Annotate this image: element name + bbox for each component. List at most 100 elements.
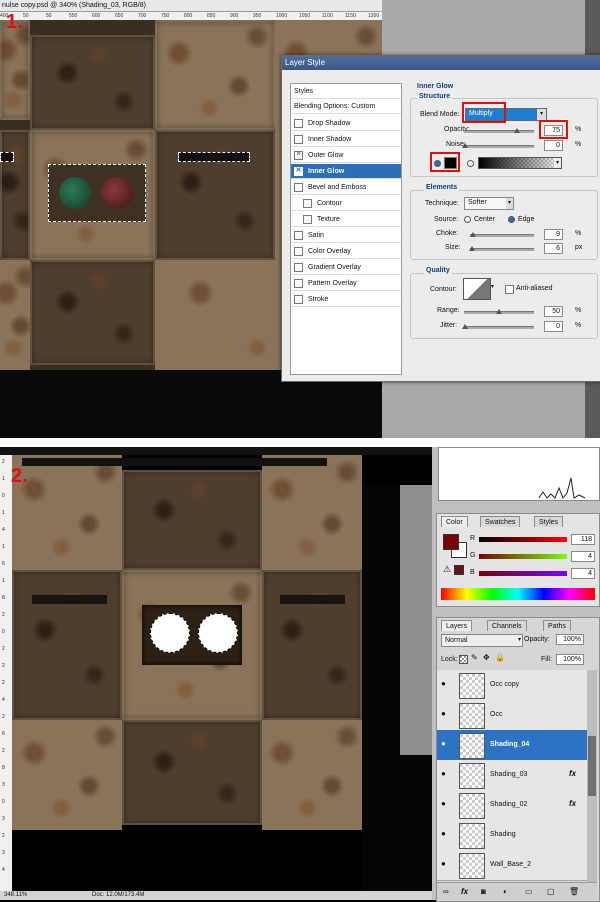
contour-chevron-icon[interactable]: ▾: [491, 283, 494, 290]
effect-checkbox[interactable]: [294, 118, 303, 128]
jitter-field[interactable]: 0: [544, 321, 563, 332]
layer-row[interactable]: ● Shading_04: [437, 730, 587, 761]
link-icon[interactable]: ∞: [443, 883, 449, 900]
layer-blend-select[interactable]: Normal ▾: [441, 634, 523, 647]
opacity-slider[interactable]: [464, 130, 534, 133]
lock-brush-icon[interactable]: ✎: [471, 653, 478, 662]
source-edge-radio[interactable]: [508, 216, 515, 223]
tab-swatches[interactable]: Swatches: [480, 516, 521, 527]
foreground-swatch[interactable]: [443, 534, 459, 550]
fx-icon[interactable]: fx: [569, 769, 576, 778]
tab-paths[interactable]: Paths: [543, 620, 571, 631]
jitter-slider-thumb[interactable]: [462, 324, 468, 329]
size-slider[interactable]: [470, 248, 534, 251]
artwork-canvas-2[interactable]: [12, 455, 432, 892]
effect-checkbox[interactable]: ✕: [294, 166, 303, 176]
effect-item-outer-glow[interactable]: ✕ Outer Glow: [291, 148, 401, 163]
effect-checkbox[interactable]: [303, 198, 312, 208]
trash-icon[interactable]: 🗑: [569, 883, 579, 900]
mask-icon[interactable]: ◙: [481, 883, 486, 900]
styles-header[interactable]: Styles: [291, 84, 401, 99]
effect-checkbox[interactable]: [294, 182, 303, 192]
size-slider-thumb[interactable]: [469, 246, 475, 251]
effect-checkbox[interactable]: [294, 262, 303, 272]
jitter-slider[interactable]: [464, 326, 534, 329]
g-slider[interactable]: [479, 554, 567, 559]
white-light-left[interactable]: [150, 613, 190, 653]
tab-color[interactable]: Color: [441, 516, 468, 527]
layer-opacity-field[interactable]: 100%: [556, 634, 584, 645]
eye-icon[interactable]: ●: [441, 800, 449, 808]
choke-slider[interactable]: [470, 234, 534, 237]
r-slider[interactable]: [479, 537, 567, 542]
effect-item-satin[interactable]: Satin: [291, 228, 401, 243]
effect-item-pattern-overlay[interactable]: Pattern Overlay: [291, 276, 401, 291]
gamut-swatch[interactable]: [454, 565, 464, 575]
size-field[interactable]: 6: [544, 243, 563, 254]
effect-item-texture[interactable]: Texture: [291, 212, 401, 227]
opacity-slider-thumb[interactable]: [513, 128, 520, 133]
tab-layers[interactable]: Layers: [441, 620, 473, 631]
effect-item-drop-shadow[interactable]: Drop Shadow: [291, 116, 401, 131]
fill-field[interactable]: 100%: [556, 654, 584, 665]
contour-picker[interactable]: [463, 278, 491, 300]
noise-slider[interactable]: [464, 145, 534, 148]
effect-checkbox[interactable]: [294, 294, 303, 304]
gradient-radio[interactable]: [467, 160, 474, 167]
source-center-radio[interactable]: [464, 216, 471, 223]
b-field[interactable]: 4: [571, 568, 595, 579]
layer-row[interactable]: ● Occ: [437, 700, 587, 731]
effect-checkbox[interactable]: [294, 134, 303, 144]
eye-icon[interactable]: ●: [441, 860, 449, 868]
eye-icon[interactable]: ●: [441, 680, 449, 688]
lock-transparent-icon[interactable]: [459, 655, 468, 664]
light-selection[interactable]: [48, 164, 146, 222]
lock-move-icon[interactable]: ✥: [483, 653, 490, 662]
choke-slider-thumb[interactable]: [470, 232, 476, 237]
eye-icon[interactable]: ●: [441, 740, 449, 748]
effect-checkbox[interactable]: ✕: [294, 150, 303, 160]
warning-icon[interactable]: ⚠: [443, 564, 451, 575]
adjustment-icon[interactable]: ◐: [503, 883, 508, 900]
effect-item-inner-glow[interactable]: ✕ Inner Glow: [291, 164, 401, 179]
eye-icon[interactable]: ●: [441, 830, 449, 838]
layer-row[interactable]: ● Shading: [437, 820, 587, 851]
effect-checkbox[interactable]: [294, 230, 303, 240]
eye-icon[interactable]: ●: [441, 710, 449, 718]
layer-row[interactable]: ● Wall_Base_2: [437, 850, 587, 881]
fx-icon[interactable]: fx: [569, 799, 576, 808]
new-layer-icon[interactable]: ▢: [547, 883, 555, 900]
r-field[interactable]: 118: [571, 534, 595, 545]
effect-checkbox[interactable]: [294, 246, 303, 256]
layer-row[interactable]: ● Shading_02 fx: [437, 790, 587, 821]
anti-aliased-checkbox[interactable]: [505, 285, 514, 294]
spectrum-bar[interactable]: [441, 588, 595, 600]
g-field[interactable]: 4: [571, 551, 595, 562]
choke-field[interactable]: 9: [544, 229, 563, 240]
range-slider-thumb[interactable]: [496, 309, 502, 314]
effect-checkbox[interactable]: [294, 278, 303, 288]
tab-channels[interactable]: Channels: [487, 620, 527, 631]
technique-select[interactable]: Softer ▾: [464, 197, 514, 210]
effect-item-bevel-and-emboss[interactable]: Bevel and Emboss: [291, 180, 401, 195]
eye-icon[interactable]: ●: [441, 770, 449, 778]
effect-item-gradient-overlay[interactable]: Gradient Overlay: [291, 260, 401, 275]
tab-styles[interactable]: Styles: [534, 516, 564, 527]
effect-item-contour[interactable]: Contour: [291, 196, 401, 211]
lock-all-icon[interactable]: 🔒: [495, 653, 505, 662]
b-slider[interactable]: [479, 571, 567, 576]
noise-slider-thumb[interactable]: [462, 143, 468, 148]
effect-checkbox[interactable]: [303, 214, 312, 224]
effect-item-color-overlay[interactable]: Color Overlay: [291, 244, 401, 259]
effect-item-inner-shadow[interactable]: Inner Shadow: [291, 132, 401, 147]
group-folder-icon[interactable]: ▭: [525, 883, 533, 900]
effect-item-stroke[interactable]: Stroke: [291, 292, 401, 307]
layer-row[interactable]: ● Shading_03 fx: [437, 760, 587, 791]
white-light-right[interactable]: [198, 613, 238, 653]
gradient-picker[interactable]: ▾: [478, 157, 562, 169]
zoom-level[interactable]: 348.11%: [4, 891, 27, 900]
range-field[interactable]: 50: [544, 306, 563, 317]
layer-row[interactable]: ● Occ copy: [437, 670, 587, 701]
noise-field[interactable]: 0: [544, 140, 563, 151]
layers-scroll-thumb[interactable]: [588, 736, 596, 796]
